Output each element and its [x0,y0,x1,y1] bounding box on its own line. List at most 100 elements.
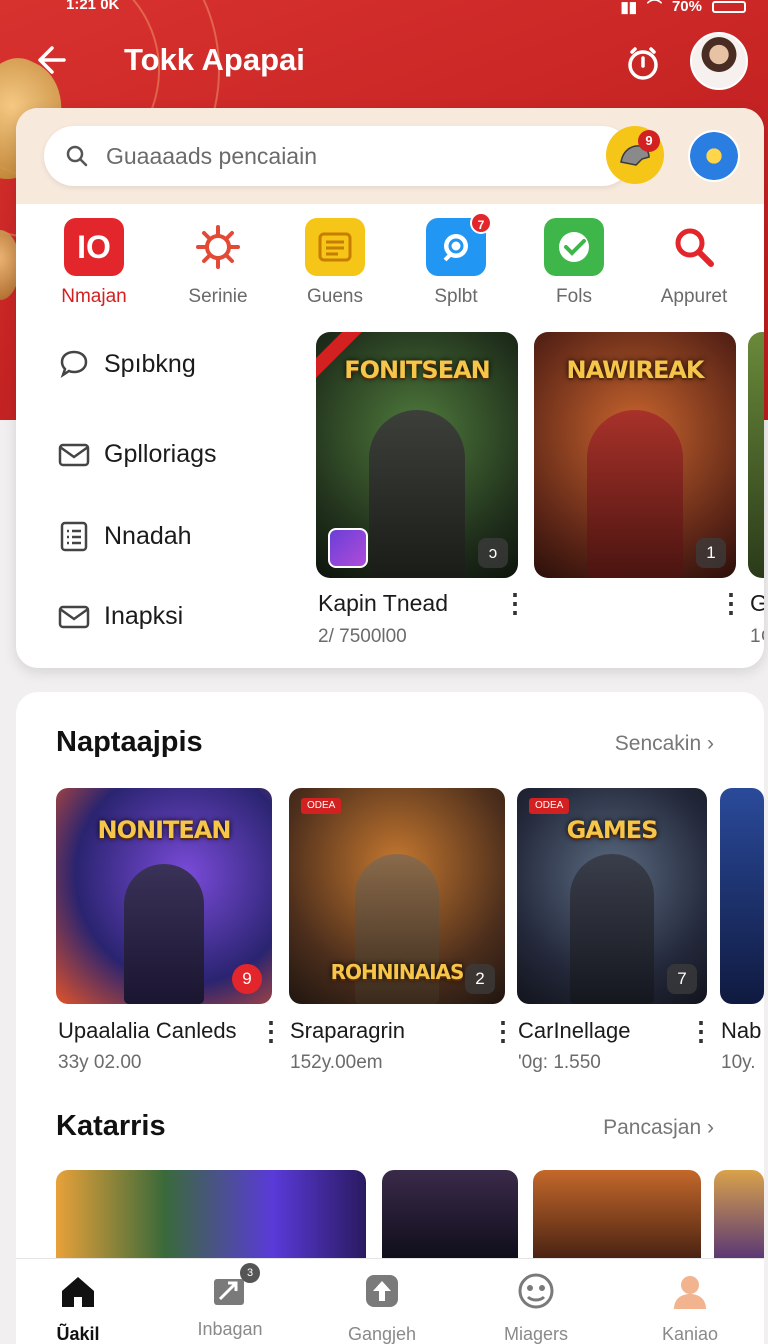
nav-miagers[interactable]: Miagers [476,1271,596,1344]
category-appuret[interactable]: Appuret [634,218,754,308]
search-bar[interactable]: Guaaaads pencaiain [44,126,632,186]
featured-card[interactable]: NAWIREAK 1 [534,332,736,578]
envelope-icon [58,443,90,467]
card-tag: ODEA [529,798,570,814]
nav-gangjeh[interactable]: Gangjeh [322,1271,442,1344]
category-row: IO Nmajan Serinie Guens 7 Splbt Fols App… [16,212,764,318]
wifi-icon: ⌒ [646,0,662,16]
featured-card[interactable] [748,332,764,578]
game-card[interactable] [720,788,764,1004]
nav-inbagan[interactable]: 3 Inbagan [170,1263,290,1340]
featured-meta: 2/ 7500l00 [318,626,407,647]
game-name: CarInellage [518,1018,631,1043]
game-meta: 33y 02.00 [58,1052,142,1073]
home-icon [62,1277,94,1307]
search-icon [664,218,724,276]
list-card-icon [305,218,365,276]
game-art-title: NONITEAN [97,816,232,844]
game-meta: '0g: 1.550 [518,1052,601,1073]
upload-icon [366,1275,398,1307]
game-character [587,410,683,578]
game-meta: 152y.00em [290,1052,383,1073]
category-nmajan[interactable]: IO Nmajan [34,218,154,308]
category-label: Serinie [188,286,248,307]
section-card: Naptaajpis Sencakin › NONITEAN 9 Upaalal… [16,692,764,1312]
game-art-title: NAWIREAK [566,356,704,384]
globe-button[interactable] [688,130,740,182]
game-card[interactable] [714,1170,764,1270]
category-label: Guens [307,286,363,307]
search-zone: Guaaaads pencaiain 9 [16,108,764,204]
chevron-right-icon: › [707,732,714,755]
nav-home[interactable]: Ũakil [18,1271,138,1344]
section-title: Naptaajpis [56,726,203,758]
game-name: Sraparagrin [290,1018,405,1043]
more-options-icon[interactable]: ⋮ [502,588,528,619]
more-options-icon[interactable]: ⋮ [718,588,744,619]
menu-label: Gpllori­ags [104,439,217,468]
category-label: Nmajan [61,286,127,307]
game-card[interactable]: NONITEAN 9 [56,788,272,1004]
more-label: Sencakin [614,732,702,755]
nav-kaniao[interactable]: Kaniao [630,1271,750,1344]
search-placeholder: Guaaaads pencaiain [106,143,317,169]
game-name: Upaalalia Canleds [58,1018,237,1043]
menu-label: Inapksi [104,601,184,630]
featured-card[interactable]: FONITSEAN ↄ [316,332,518,578]
more-label: Pancasjan [603,1116,702,1139]
card-badge: 2 [465,964,495,994]
battery-icon [712,0,746,13]
menu-label: Nnadah [104,521,192,550]
logo-10-icon: IO [64,218,124,276]
helmet-button[interactable]: 9 [606,126,664,184]
game-card[interactable] [56,1170,366,1270]
card-badge: 1 [696,538,726,568]
featured-title: G [750,590,764,616]
game-card[interactable] [533,1170,701,1270]
section-more-link[interactable]: Sencakin › [615,732,714,756]
menu-item-nnadah[interactable]: Nnadah [56,516,316,556]
card-badge: ↄ [478,538,508,568]
signal-icon: ▮▮ [620,0,637,16]
alarm-clock-icon[interactable] [622,42,664,84]
featured-title: Kapin Tnead [318,590,449,616]
chat-icon [60,350,88,379]
chat-bubble-icon: 7 [426,212,492,276]
category-fols[interactable]: Fols [514,218,634,308]
category-badge: 7 [470,212,492,234]
more-options-icon[interactable]: ⋮ [258,1016,284,1047]
section-more-link[interactable]: Pancasjan › [603,1116,714,1140]
game-character [570,854,654,1004]
nav-label: Inbagan [197,1319,263,1339]
game-character [369,410,465,578]
card-badge: 9 [232,964,262,994]
more-options-icon[interactable]: ⋮ [490,1016,516,1047]
main-card: Guaaaads pencaiain 9 IO Nmajan Serinie G… [16,108,764,668]
status-bar: 1:21 0K ▮▮ ⌒ 70% [0,0,768,16]
game-character [124,864,204,1004]
status-time: 1:21 0K [66,0,120,13]
menu-item-inapksi[interactable]: Inapksi [56,596,316,636]
category-serinie[interactable]: Serinie [158,218,278,308]
category-label: Fols [556,286,592,307]
menu-item-gplloriags[interactable]: Gpllori­ags [56,434,316,474]
list-icon [60,521,88,552]
menu-item-spibkng[interactable]: Spıbkng [56,344,316,384]
battery-percent: 70% [671,0,702,15]
gear-icon [188,218,248,276]
profile-icon [674,1276,706,1309]
search-icon [66,145,88,167]
user-avatar[interactable] [690,32,748,90]
game-card[interactable]: ODEA GAMES 7 [517,788,707,1004]
back-arrow-icon[interactable] [34,40,74,80]
more-options-icon[interactable]: ⋮ [688,1016,714,1047]
nav-label: Kaniao [661,1324,719,1344]
nav-label: Gangjeh [347,1324,417,1344]
category-splbt[interactable]: 7 Splbt [396,212,516,308]
game-art-title: FONITSEAN [344,356,491,384]
featured-meta: 1¢ [750,626,764,647]
category-guens[interactable]: Guens [275,218,395,308]
game-card[interactable]: ODEA ROHNINAIAS 2 [289,788,505,1004]
game-card[interactable] [382,1170,518,1270]
category-label: Appuret [660,286,728,307]
